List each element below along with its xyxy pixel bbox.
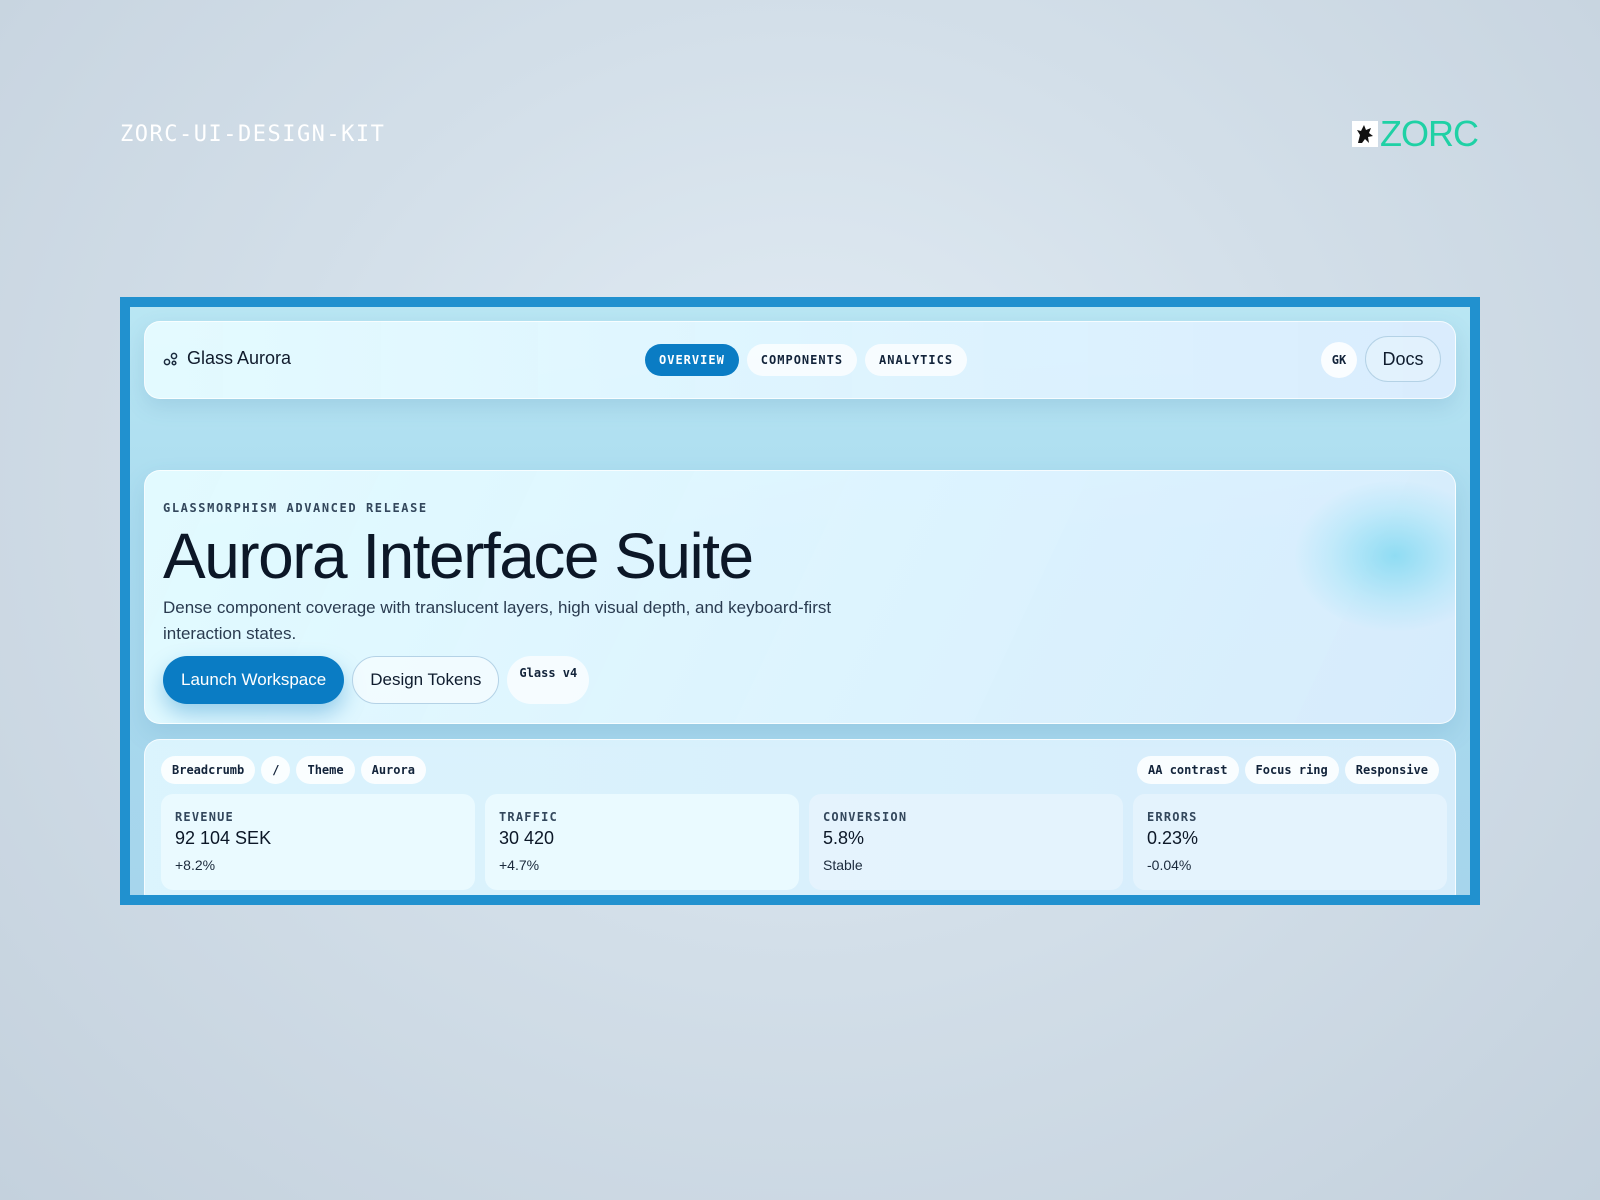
breadcrumb: Breadcrumb / Theme Aurora: [161, 756, 426, 784]
brand-wordmark: ZORC: [1380, 113, 1479, 154]
nav-tabs: OVERVIEW COMPONENTS ANALYTICS: [645, 344, 968, 376]
hero-description: Dense component coverage with translucen…: [163, 598, 832, 643]
stat-label: ERRORS: [1147, 810, 1198, 824]
tab-overview[interactable]: OVERVIEW: [645, 344, 739, 376]
badge-responsive: Responsive: [1344, 756, 1439, 784]
dashboard-panel: Breadcrumb / Theme Aurora AA contrast Fo…: [144, 739, 1456, 895]
version-chip: Glass v4: [507, 656, 590, 704]
stat-delta: +4.7%: [499, 857, 540, 873]
stat-value: 30 420: [499, 828, 555, 848]
breadcrumb-separator: /: [261, 756, 291, 784]
launch-workspace-button[interactable]: Launch Workspace: [163, 656, 345, 704]
nodes-icon: [163, 352, 178, 366]
docs-button[interactable]: Docs: [1365, 336, 1441, 382]
stat-label: CONVERSION: [823, 810, 908, 824]
design-kit-label: ZORC-UI-DESIGN-KIT: [120, 122, 386, 147]
stat-card-revenue: REVENUE 92 104 SEK +8.2%: [161, 794, 475, 890]
stat-label: TRAFFIC: [499, 810, 558, 824]
breadcrumb-item-current[interactable]: Aurora: [360, 756, 426, 784]
aurora-glow-decoration: [1295, 481, 1455, 631]
tab-analytics[interactable]: ANALYTICS: [865, 344, 968, 376]
hero-title: Aurora Interface Suite: [163, 520, 754, 592]
stat-value: 5.8%: [823, 828, 865, 848]
zorc-brand-logo: ZORC: [1352, 113, 1479, 154]
wolf-logo-icon: [1352, 121, 1378, 147]
top-navigation-bar: Glass Aurora OVERVIEW COMPONENTS ANALYTI…: [144, 321, 1456, 399]
stat-value: 0.23%: [1147, 828, 1199, 848]
app-brand[interactable]: Glass Aurora: [163, 348, 291, 369]
design-tokens-button[interactable]: Design Tokens: [352, 656, 500, 704]
stat-cards: REVENUE 92 104 SEK +8.2% TRAFFIC 30 420 …: [161, 794, 1447, 890]
app-name: Glass Aurora: [187, 348, 292, 368]
user-avatar[interactable]: GK: [1321, 342, 1357, 378]
feature-badges: AA contrast Focus ring Responsive: [1137, 756, 1439, 784]
hero-card: GLASSMORPHISM ADVANCED RELEASE Aurora In…: [144, 470, 1456, 724]
tab-components[interactable]: COMPONENTS: [746, 344, 858, 376]
stat-delta: Stable: [823, 857, 863, 873]
app-preview-frame: Glass Aurora OVERVIEW COMPONENTS ANALYTI…: [120, 297, 1480, 905]
breadcrumb-item[interactable]: Theme: [296, 756, 355, 784]
badge-aa-contrast: AA contrast: [1137, 756, 1239, 784]
stat-value: 92 104 SEK: [175, 828, 272, 848]
stat-card-conversion: CONVERSION 5.8% Stable: [809, 794, 1123, 890]
hero-actions: Launch Workspace Design Tokens Glass v4: [163, 656, 590, 704]
stat-delta: -0.04%: [1147, 857, 1192, 873]
stat-label: REVENUE: [175, 810, 234, 824]
badge-focus-ring: Focus ring: [1244, 756, 1339, 784]
stat-delta: +8.2%: [175, 857, 216, 873]
hero-eyebrow: GLASSMORPHISM ADVANCED RELEASE: [163, 501, 428, 515]
stat-card-traffic: TRAFFIC 30 420 +4.7%: [485, 794, 799, 890]
breadcrumb-item[interactable]: Breadcrumb: [161, 756, 256, 784]
stat-card-errors: ERRORS 0.23% -0.04%: [1133, 794, 1447, 890]
